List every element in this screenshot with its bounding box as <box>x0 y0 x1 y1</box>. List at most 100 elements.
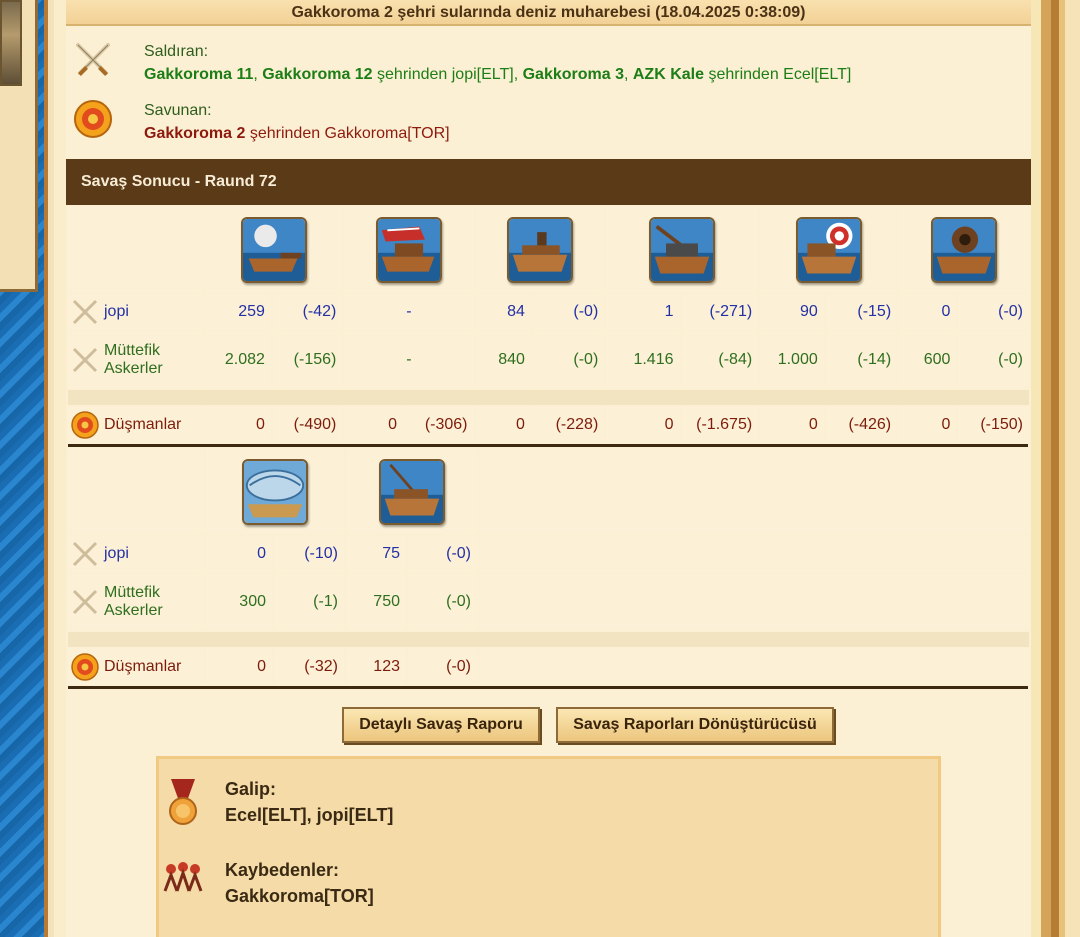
unit-count: 0 <box>899 294 957 330</box>
defender-label: Savunan: <box>144 102 212 119</box>
empty-cell <box>479 574 1029 630</box>
unit-count: 750 <box>346 574 406 630</box>
scrollbar-frame[interactable] <box>1031 0 1080 937</box>
unit-loss: (-306) <box>405 407 474 443</box>
unit-loss: (-0) <box>408 574 477 630</box>
unit-loss: (-228) <box>532 407 605 443</box>
result-header: Savaş Sonucu - Raund 72 <box>66 159 1031 205</box>
report-title: Gakkoroma 2 şehri sularında deniz muhare… <box>66 0 1031 26</box>
unit-loss: (-1) <box>274 574 344 630</box>
attacker-cities: Gakkoroma 11, Gakkoroma 12 şehrinden jop… <box>144 66 851 84</box>
defender-owner-text: şehrinden Gakkoroma[TOR] <box>245 125 450 142</box>
unit-loss: (-426) <box>825 407 898 443</box>
attacker-owner-text: şehrinden jopi[ELT], <box>372 66 523 83</box>
defender-city: Gakkoroma 2 şehrinden Gakkoroma[TOR] <box>144 125 450 143</box>
empty-cell <box>68 449 204 534</box>
medal-icon <box>169 779 197 825</box>
loser-names: Gakkoroma[TOR] <box>225 886 374 906</box>
empty-cell <box>479 649 1029 685</box>
unit-count: 840 <box>475 332 531 388</box>
table-row: Müttefik Askerler 300 (-1) 750 (-0) <box>68 574 1029 630</box>
unit-count: - <box>344 332 474 388</box>
unit-count: 300 <box>206 574 272 630</box>
unit-loss: (-1.675) <box>681 407 759 443</box>
unit-count: 123 <box>346 649 406 685</box>
unit-count: 2.082 <box>205 332 271 388</box>
unit-count: 0 <box>606 407 680 443</box>
battle-report-panel: Gakkoroma 2 şehri sularında deniz muhare… <box>66 0 1031 937</box>
attacker-city-link[interactable]: Gakkoroma 11 <box>144 66 253 83</box>
catapult-ship-icon[interactable] <box>795 216 862 283</box>
row-name: jopi <box>104 303 129 320</box>
crossed-swords-icon <box>72 589 98 615</box>
ram-ship-icon[interactable] <box>240 216 307 283</box>
unit-cell <box>760 207 898 292</box>
row-name: Müttefik <box>104 342 161 359</box>
unit-count: 0 <box>475 407 531 443</box>
unit-loss: (-0) <box>532 294 605 330</box>
unit-cell <box>346 449 477 534</box>
unit-count: 0 <box>205 407 271 443</box>
fire-ship-icon[interactable] <box>375 216 442 283</box>
attacker-city-link[interactable]: AZK Kale <box>633 66 704 83</box>
crossed-swords-icon <box>72 347 98 373</box>
battle-table-1: jopi 259 (-42) - 84 (-0) 1 (-271) 90 (-1… <box>66 205 1031 445</box>
table-row: Düşmanlar 0 (-490) 0 (-306) 0 (-228) 0 (… <box>68 407 1029 443</box>
defender-city-link[interactable]: Gakkoroma 2 <box>144 125 245 142</box>
table-row: Müttefik Askerler 2.082 (-156) - 840 (-0)… <box>68 332 1029 388</box>
unit-loss: (-0) <box>958 294 1029 330</box>
section-divider <box>68 686 1028 689</box>
unit-loss: (-0) <box>532 332 605 388</box>
row-name: Müttefik <box>104 584 161 601</box>
row-label-jopi[interactable]: jopi <box>68 536 204 572</box>
unit-count: 0 <box>206 649 272 685</box>
unit-cell <box>475 207 605 292</box>
unit-loss: (-84) <box>681 332 759 388</box>
diving-boat-icon[interactable] <box>378 458 445 525</box>
unit-count: 1 <box>606 294 680 330</box>
steam-ram-icon[interactable] <box>506 216 573 283</box>
unit-count: 75 <box>346 536 406 572</box>
spacer-row <box>68 632 1029 647</box>
mortar-ship-icon[interactable] <box>931 216 998 283</box>
unit-count: - <box>344 294 474 330</box>
shield-icon <box>74 100 112 138</box>
unit-count: 259 <box>205 294 271 330</box>
unit-count: 1.000 <box>760 332 824 388</box>
row-label-enemies: Düşmanlar <box>68 407 204 443</box>
row-name: Düşmanlar <box>104 658 182 675</box>
table-row: Düşmanlar 0 (-32) 123 (-0) <box>68 649 1029 685</box>
battle-table-2: jopi 0 (-10) 75 (-0) Müttefik Askerler 30… <box>66 447 1031 687</box>
attacker-owner-text: şehrinden Ecel[ELT] <box>704 66 852 83</box>
paddle-speedboat-icon[interactable] <box>242 458 308 525</box>
attacker-city-link[interactable]: Gakkoroma 12 <box>262 66 372 83</box>
empty-cell <box>479 536 1029 572</box>
detailed-report-button[interactable]: Detaylı Savaş Raporu <box>342 707 540 743</box>
ballista-ship-icon[interactable] <box>649 216 716 283</box>
row-label-jopi[interactable]: jopi <box>68 294 204 330</box>
unit-loss: (-271) <box>681 294 759 330</box>
row-label-allies: Müttefik Askerler <box>68 332 204 388</box>
crossed-swords-icon <box>72 541 98 567</box>
winner-label: Galip: <box>225 779 277 799</box>
unit-loss: (-490) <box>272 407 343 443</box>
unit-loss: (-10) <box>274 536 344 572</box>
unit-cell <box>205 207 343 292</box>
shield-icon <box>71 411 99 439</box>
separator: , <box>623 66 633 83</box>
row-name: Askerler <box>104 602 163 619</box>
unit-loss: (-14) <box>825 332 898 388</box>
attacker-city-link[interactable]: Gakkoroma 3 <box>523 66 624 83</box>
unit-count: 600 <box>899 332 957 388</box>
unit-count: 0 <box>899 407 957 443</box>
unit-cell <box>899 207 1029 292</box>
attacker-label: Saldıran: <box>144 43 209 60</box>
unit-count: 84 <box>475 294 531 330</box>
defeated-soldiers-icon <box>163 862 203 892</box>
avatar[interactable] <box>0 0 22 86</box>
row-name: Düşmanlar <box>104 416 182 433</box>
unit-loss: (-0) <box>958 332 1029 388</box>
table-row: jopi 0 (-10) 75 (-0) <box>68 536 1029 572</box>
report-converter-button[interactable]: Savaş Raporları Dönüştürücüsü <box>556 707 834 743</box>
side-panel <box>0 0 38 292</box>
